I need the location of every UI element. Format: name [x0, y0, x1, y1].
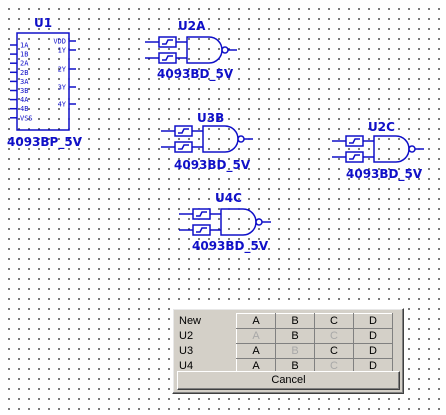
u1-left-pin-label: 4A — [20, 96, 29, 104]
u1-left-pin-label: 2A — [20, 60, 29, 68]
component-u2c[interactable]: U2C 4093BD_5V — [332, 120, 424, 182]
u1-right-pin-label: 3Y — [58, 84, 67, 92]
u1-left-pin-label: 4B — [20, 105, 28, 113]
u1-left-pin-label: VSS — [20, 114, 33, 122]
component-u3b[interactable]: U3B 4093BD_5V — [161, 111, 253, 173]
u1-part-label: 4093BP_5V — [7, 135, 83, 150]
gate-row-u3: U3 A B C D — [177, 343, 393, 359]
gate-selector-table: New A B C D U2 A B C D U3 A B C D U4 A B C D — [177, 313, 393, 374]
gate-button-c: C — [314, 328, 354, 344]
u1-right-pin-label: 2Y — [58, 66, 67, 74]
u4c-ref-label: U4C — [215, 191, 242, 205]
gate-button-d[interactable]: D — [353, 328, 393, 344]
gate-button-a[interactable]: A — [236, 313, 276, 329]
u1-left-pin-label: 3B — [20, 87, 28, 95]
u1-left-pin-label: 2B — [20, 69, 28, 77]
u1-right-pin-label: 1Y — [58, 47, 67, 55]
u2a-part-label: 4093BD_5V — [157, 67, 234, 82]
gate-button-c[interactable]: C — [314, 313, 354, 329]
gate-selector-popup: New A B C D U2 A B C D U3 A B C D U4 A B C D Cancel — [172, 308, 404, 394]
u2c-part-label: 4093BD_5V — [346, 167, 423, 182]
component-u4c[interactable]: U4C 4093BD_5V — [179, 191, 271, 254]
u2a-ref-label: U2A — [178, 19, 206, 33]
gate-button-b[interactable]: B — [275, 313, 315, 329]
gate-row-label: New — [179, 315, 202, 327]
u3b-part-label: 4093BD_5V — [174, 158, 251, 173]
u3b-ref-label: U3B — [197, 111, 224, 125]
gate-button-b: B — [275, 343, 315, 359]
gate-button-d[interactable]: D — [353, 313, 393, 329]
gate-button-d[interactable]: D — [353, 343, 393, 359]
nand-gate-icon — [202, 125, 239, 153]
u1-right-pins: VDD1Y 2Y 3Y 4Y — [53, 38, 76, 109]
u2c-ref-label: U2C — [368, 120, 395, 134]
u1-right-pin-label: VDD — [53, 38, 66, 46]
gate-row-new: New A B C D — [177, 313, 393, 329]
gate-row-label: U2 — [179, 330, 194, 342]
gate-button-a: A — [236, 328, 276, 344]
u1-right-pin-label: 4Y — [58, 101, 67, 109]
component-u1[interactable]: U1 1A1B2A2B3A3B4A4BVSS VDD1Y 2Y 3Y 4Y 4093B… — [7, 16, 83, 150]
nand-gate-icon — [220, 208, 257, 236]
gate-button-b[interactable]: B — [275, 328, 315, 344]
nand-gate-icon — [373, 135, 410, 163]
cancel-button[interactable]: Cancel — [177, 371, 400, 390]
component-u2a[interactable]: U2A 4093BD_5V — [145, 19, 237, 82]
u1-left-pin-label: 3A — [20, 78, 29, 86]
u1-left-pin-label: 1A — [20, 42, 29, 50]
u1-left-pins: 1A1B2A2B3A3B4A4BVSS — [10, 42, 33, 122]
gate-row-label: U3 — [179, 345, 194, 357]
u4c-part-label: 4093BD_5V — [192, 239, 269, 254]
gate-row-u2: U2 A B C D — [177, 328, 393, 344]
u1-left-pin-label: 1B — [20, 51, 28, 59]
gate-button-a[interactable]: A — [236, 343, 276, 359]
gate-button-c[interactable]: C — [314, 343, 354, 359]
u1-ref-label: U1 — [34, 16, 52, 30]
nand-gate-icon — [186, 36, 223, 64]
